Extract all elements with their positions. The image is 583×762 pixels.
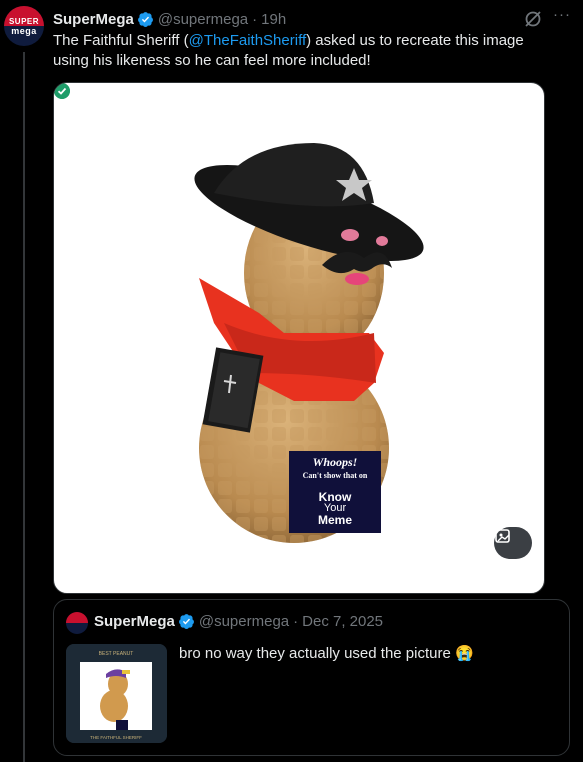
tweet-text-before: The Faithful Sheriff ( <box>53 32 189 49</box>
image-edit-icon <box>495 529 510 543</box>
thread-connector-line <box>23 52 25 762</box>
mention-link[interactable]: @TheFaithSheriff <box>189 32 307 49</box>
quote-author-handle[interactable]: @supermega <box>199 613 289 630</box>
quote-header: SuperMega @supermega · Dec 7, 2025 <box>94 613 383 630</box>
verified-badge-icon[interactable] <box>178 613 195 630</box>
tweet-media-image[interactable]: Whoops! Can't show that on Know Your Mem… <box>53 82 545 594</box>
quote-author-name[interactable]: SuperMega <box>94 613 175 630</box>
quoted-tweet[interactable]: SuperMega @supermega · Dec 7, 2025 BEST … <box>53 599 570 756</box>
more-options-button[interactable]: ··· <box>549 6 575 26</box>
quote-media-thumbnail[interactable]: BEST PEANUT THE FAITHFUL SHERIFF <box>66 644 167 743</box>
tweet-header: SuperMega @supermega · 19h <box>53 9 286 29</box>
author-handle[interactable]: @supermega <box>158 11 248 28</box>
avatar-text-top: SUPER <box>8 17 40 26</box>
separator-dot: · <box>293 613 299 630</box>
quote-text-body: bro no way they actually used the pictur… <box>179 645 451 662</box>
quote-text: bro no way they actually used the pictur… <box>179 644 474 664</box>
check-icon <box>54 83 70 99</box>
thumb-top-label: BEST PEANUT <box>99 651 134 657</box>
watermark-subtitle: Can't show that on <box>302 471 368 480</box>
author-name[interactable]: SuperMega <box>53 11 134 28</box>
quote-timestamp[interactable]: Dec 7, 2025 <box>302 613 383 630</box>
thumb-bottom-label: THE FAITHFUL SHERIFF <box>90 735 142 740</box>
kym-watermark: Whoops! Can't show that on Know Your Mem… <box>289 451 381 533</box>
author-avatar[interactable]: SUPER mega <box>4 6 44 46</box>
grok-icon[interactable] <box>523 9 543 29</box>
separator-dot: · <box>252 10 258 28</box>
verified-badge-icon[interactable] <box>137 11 154 28</box>
ai-image-badge[interactable] <box>494 527 532 559</box>
avatar-text-bottom: mega <box>11 26 37 36</box>
quote-author-avatar[interactable] <box>66 612 88 634</box>
thumbnail-image: BEST PEANUT THE FAITHFUL SHERIFF <box>66 644 167 743</box>
tweet-text: The Faithful Sheriff (@TheFaithSheriff) … <box>53 31 563 71</box>
watermark-meme: Meme <box>317 513 352 527</box>
crying-emoji-icon: 😭 <box>455 645 474 662</box>
watermark-title: Whoops! <box>312 455 358 469</box>
tweet-timestamp[interactable]: 19h <box>261 11 286 28</box>
